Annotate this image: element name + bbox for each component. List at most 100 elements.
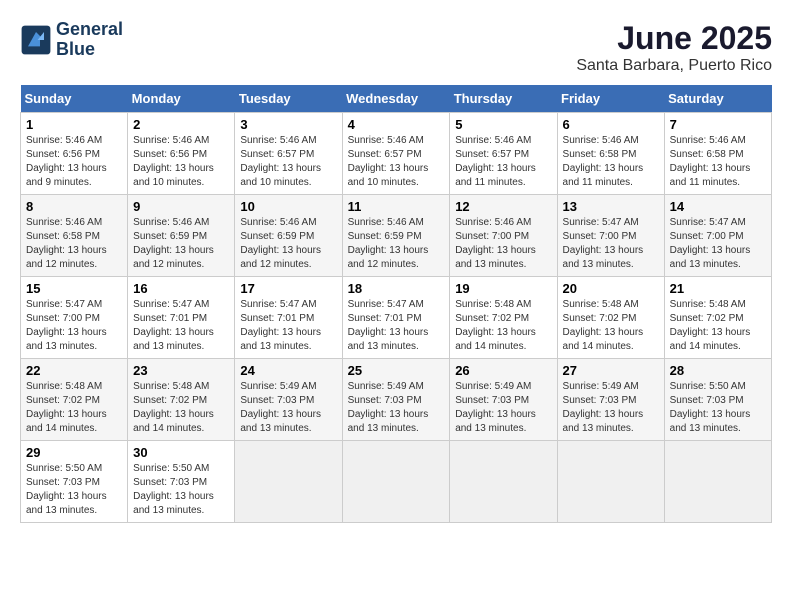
day-info: Sunrise: 5:49 AM Sunset: 7:03 PM Dayligh… (563, 380, 659, 436)
day-info: Sunrise: 5:46 AM Sunset: 6:58 PM Dayligh… (670, 134, 766, 190)
calendar-cell: 10 Sunrise: 5:46 AM Sunset: 6:59 PM Dayl… (235, 195, 342, 277)
day-number: 28 (670, 363, 766, 378)
day-number: 8 (26, 199, 122, 214)
calendar-cell: 18 Sunrise: 5:47 AM Sunset: 7:01 PM Dayl… (342, 277, 450, 359)
calendar-cell (557, 441, 664, 523)
day-number: 26 (455, 363, 551, 378)
day-info: Sunrise: 5:47 AM Sunset: 7:00 PM Dayligh… (563, 216, 659, 272)
day-info: Sunrise: 5:47 AM Sunset: 7:00 PM Dayligh… (26, 298, 122, 354)
day-info: Sunrise: 5:48 AM Sunset: 7:02 PM Dayligh… (670, 298, 766, 354)
calendar-cell: 9 Sunrise: 5:46 AM Sunset: 6:59 PM Dayli… (128, 195, 235, 277)
day-number: 2 (133, 117, 229, 132)
day-number: 7 (670, 117, 766, 132)
calendar-cell: 3 Sunrise: 5:46 AM Sunset: 6:57 PM Dayli… (235, 113, 342, 195)
day-number: 6 (563, 117, 659, 132)
day-number: 5 (455, 117, 551, 132)
calendar-cell (664, 441, 771, 523)
logo-text: General Blue (56, 20, 123, 60)
calendar-cell: 26 Sunrise: 5:49 AM Sunset: 7:03 PM Dayl… (450, 359, 557, 441)
day-number: 29 (26, 445, 122, 460)
calendar-cell: 1 Sunrise: 5:46 AM Sunset: 6:56 PM Dayli… (21, 113, 128, 195)
day-number: 27 (563, 363, 659, 378)
logo-line1: General (56, 19, 123, 39)
day-info: Sunrise: 5:48 AM Sunset: 7:02 PM Dayligh… (455, 298, 551, 354)
calendar-cell: 17 Sunrise: 5:47 AM Sunset: 7:01 PM Dayl… (235, 277, 342, 359)
header-saturday: Saturday (664, 85, 771, 113)
calendar-cell: 25 Sunrise: 5:49 AM Sunset: 7:03 PM Dayl… (342, 359, 450, 441)
day-info: Sunrise: 5:47 AM Sunset: 7:01 PM Dayligh… (240, 298, 336, 354)
day-info: Sunrise: 5:49 AM Sunset: 7:03 PM Dayligh… (348, 380, 445, 436)
title-area: June 2025 Santa Barbara, Puerto Rico (576, 20, 772, 75)
day-number: 12 (455, 199, 551, 214)
month-year-title: June 2025 (576, 20, 772, 57)
header-friday: Friday (557, 85, 664, 113)
day-info: Sunrise: 5:50 AM Sunset: 7:03 PM Dayligh… (26, 462, 122, 518)
calendar-cell: 13 Sunrise: 5:47 AM Sunset: 7:00 PM Dayl… (557, 195, 664, 277)
day-info: Sunrise: 5:46 AM Sunset: 6:58 PM Dayligh… (563, 134, 659, 190)
day-number: 4 (348, 117, 445, 132)
day-number: 21 (670, 281, 766, 296)
day-info: Sunrise: 5:46 AM Sunset: 6:59 PM Dayligh… (348, 216, 445, 272)
day-info: Sunrise: 5:47 AM Sunset: 7:01 PM Dayligh… (348, 298, 445, 354)
logo-icon (20, 24, 52, 56)
day-info: Sunrise: 5:47 AM Sunset: 7:00 PM Dayligh… (670, 216, 766, 272)
day-number: 18 (348, 281, 445, 296)
day-info: Sunrise: 5:46 AM Sunset: 7:00 PM Dayligh… (455, 216, 551, 272)
day-number: 17 (240, 281, 336, 296)
day-info: Sunrise: 5:50 AM Sunset: 7:03 PM Dayligh… (133, 462, 229, 518)
calendar-cell: 5 Sunrise: 5:46 AM Sunset: 6:57 PM Dayli… (450, 113, 557, 195)
logo: General Blue (20, 20, 123, 60)
calendar-cell (235, 441, 342, 523)
calendar-cell: 19 Sunrise: 5:48 AM Sunset: 7:02 PM Dayl… (450, 277, 557, 359)
header-sunday: Sunday (21, 85, 128, 113)
day-info: Sunrise: 5:48 AM Sunset: 7:02 PM Dayligh… (26, 380, 122, 436)
day-info: Sunrise: 5:49 AM Sunset: 7:03 PM Dayligh… (240, 380, 336, 436)
day-info: Sunrise: 5:46 AM Sunset: 6:56 PM Dayligh… (26, 134, 122, 190)
day-number: 11 (348, 199, 445, 214)
calendar-cell (342, 441, 450, 523)
calendar-cell: 6 Sunrise: 5:46 AM Sunset: 6:58 PM Dayli… (557, 113, 664, 195)
header-tuesday: Tuesday (235, 85, 342, 113)
calendar-cell: 23 Sunrise: 5:48 AM Sunset: 7:02 PM Dayl… (128, 359, 235, 441)
day-number: 14 (670, 199, 766, 214)
calendar-table: Sunday Monday Tuesday Wednesday Thursday… (20, 85, 772, 523)
day-number: 20 (563, 281, 659, 296)
day-info: Sunrise: 5:46 AM Sunset: 6:59 PM Dayligh… (240, 216, 336, 272)
weekday-header-row: Sunday Monday Tuesday Wednesday Thursday… (21, 85, 772, 113)
header-wednesday: Wednesday (342, 85, 450, 113)
location-subtitle: Santa Barbara, Puerto Rico (576, 57, 772, 75)
day-number: 9 (133, 199, 229, 214)
day-info: Sunrise: 5:46 AM Sunset: 6:58 PM Dayligh… (26, 216, 122, 272)
day-number: 25 (348, 363, 445, 378)
calendar-cell: 24 Sunrise: 5:49 AM Sunset: 7:03 PM Dayl… (235, 359, 342, 441)
calendar-cell: 14 Sunrise: 5:47 AM Sunset: 7:00 PM Dayl… (664, 195, 771, 277)
day-info: Sunrise: 5:46 AM Sunset: 6:56 PM Dayligh… (133, 134, 229, 190)
header-thursday: Thursday (450, 85, 557, 113)
day-info: Sunrise: 5:48 AM Sunset: 7:02 PM Dayligh… (133, 380, 229, 436)
calendar-cell: 7 Sunrise: 5:46 AM Sunset: 6:58 PM Dayli… (664, 113, 771, 195)
day-number: 30 (133, 445, 229, 460)
day-info: Sunrise: 5:46 AM Sunset: 6:57 PM Dayligh… (455, 134, 551, 190)
calendar-cell: 29 Sunrise: 5:50 AM Sunset: 7:03 PM Dayl… (21, 441, 128, 523)
calendar-cell (450, 441, 557, 523)
day-number: 13 (563, 199, 659, 214)
calendar-cell: 11 Sunrise: 5:46 AM Sunset: 6:59 PM Dayl… (342, 195, 450, 277)
day-number: 1 (26, 117, 122, 132)
calendar-cell: 27 Sunrise: 5:49 AM Sunset: 7:03 PM Dayl… (557, 359, 664, 441)
header-monday: Monday (128, 85, 235, 113)
calendar-cell: 15 Sunrise: 5:47 AM Sunset: 7:00 PM Dayl… (21, 277, 128, 359)
day-number: 16 (133, 281, 229, 296)
day-info: Sunrise: 5:50 AM Sunset: 7:03 PM Dayligh… (670, 380, 766, 436)
day-number: 10 (240, 199, 336, 214)
day-info: Sunrise: 5:46 AM Sunset: 6:59 PM Dayligh… (133, 216, 229, 272)
day-info: Sunrise: 5:46 AM Sunset: 6:57 PM Dayligh… (240, 134, 336, 190)
day-number: 15 (26, 281, 122, 296)
calendar-cell: 22 Sunrise: 5:48 AM Sunset: 7:02 PM Dayl… (21, 359, 128, 441)
day-info: Sunrise: 5:48 AM Sunset: 7:02 PM Dayligh… (563, 298, 659, 354)
calendar-cell: 21 Sunrise: 5:48 AM Sunset: 7:02 PM Dayl… (664, 277, 771, 359)
logo-line2: Blue (56, 39, 95, 59)
day-number: 3 (240, 117, 336, 132)
calendar-cell: 12 Sunrise: 5:46 AM Sunset: 7:00 PM Dayl… (450, 195, 557, 277)
day-info: Sunrise: 5:47 AM Sunset: 7:01 PM Dayligh… (133, 298, 229, 354)
day-number: 24 (240, 363, 336, 378)
